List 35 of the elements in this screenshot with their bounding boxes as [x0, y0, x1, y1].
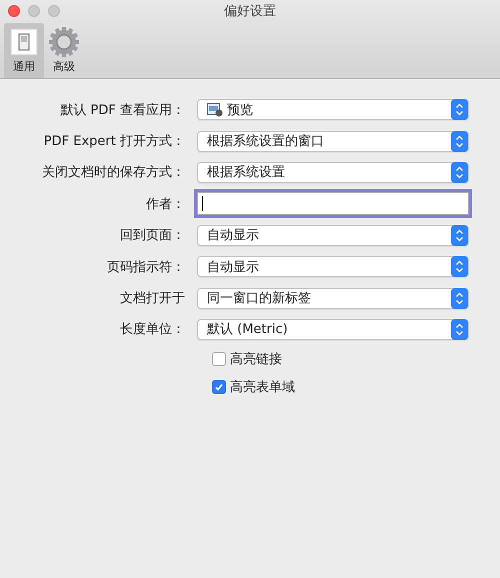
field-label: 作者： [145, 196, 186, 213]
field-label: 默认 PDF 查看应用： [59, 102, 186, 119]
toolbar-tab[interactable]: 高级 [44, 23, 84, 78]
field-label: 关闭文档时的保存方式： [41, 164, 186, 182]
stepper-arrows-icon [451, 224, 468, 246]
toolbar-tab[interactable]: 通用 [4, 23, 44, 78]
popup-button[interactable]: 预览 [197, 99, 469, 120]
gear-icon [47, 25, 81, 59]
close-button[interactable] [8, 5, 20, 17]
stepper-arrows-icon [451, 162, 468, 183]
field-label: 长度单位： [119, 321, 186, 338]
popup-button[interactable]: 根据系统设置的窗口 [197, 130, 469, 152]
field-label: PDF Expert 打开方式： [42, 133, 186, 150]
checkbox[interactable] [212, 380, 226, 394]
preview-icon [207, 102, 223, 117]
popup-button[interactable]: 默认 (Metric) [197, 318, 469, 340]
checkbox-label: 高亮链接 [230, 351, 282, 368]
checkmark-icon [214, 382, 224, 392]
stepper-arrows-icon [451, 256, 468, 278]
switch-icon [10, 28, 38, 56]
checkbox[interactable] [212, 352, 226, 366]
field-label: 回到页面： [119, 227, 186, 244]
stepper-arrows-icon [451, 99, 468, 120]
window-title: 偏好设置 [224, 3, 276, 20]
input-field[interactable] [197, 192, 469, 216]
checkbox-label: 高亮表单域 [230, 379, 295, 396]
popup-button[interactable]: 自动显示 [197, 256, 469, 278]
stepper-arrows-icon [451, 318, 468, 340]
field-label: 文档打开于 [119, 290, 186, 308]
stepper-arrows-icon [451, 288, 468, 309]
popup-button[interactable]: 根据系统设置 [197, 162, 469, 183]
popup-button[interactable]: 自动显示 [197, 224, 469, 246]
stepper-arrows-icon [451, 130, 468, 152]
popup-button[interactable]: 同一窗口的新标签 [197, 288, 469, 309]
field-label: 页码指示符： [106, 258, 186, 276]
